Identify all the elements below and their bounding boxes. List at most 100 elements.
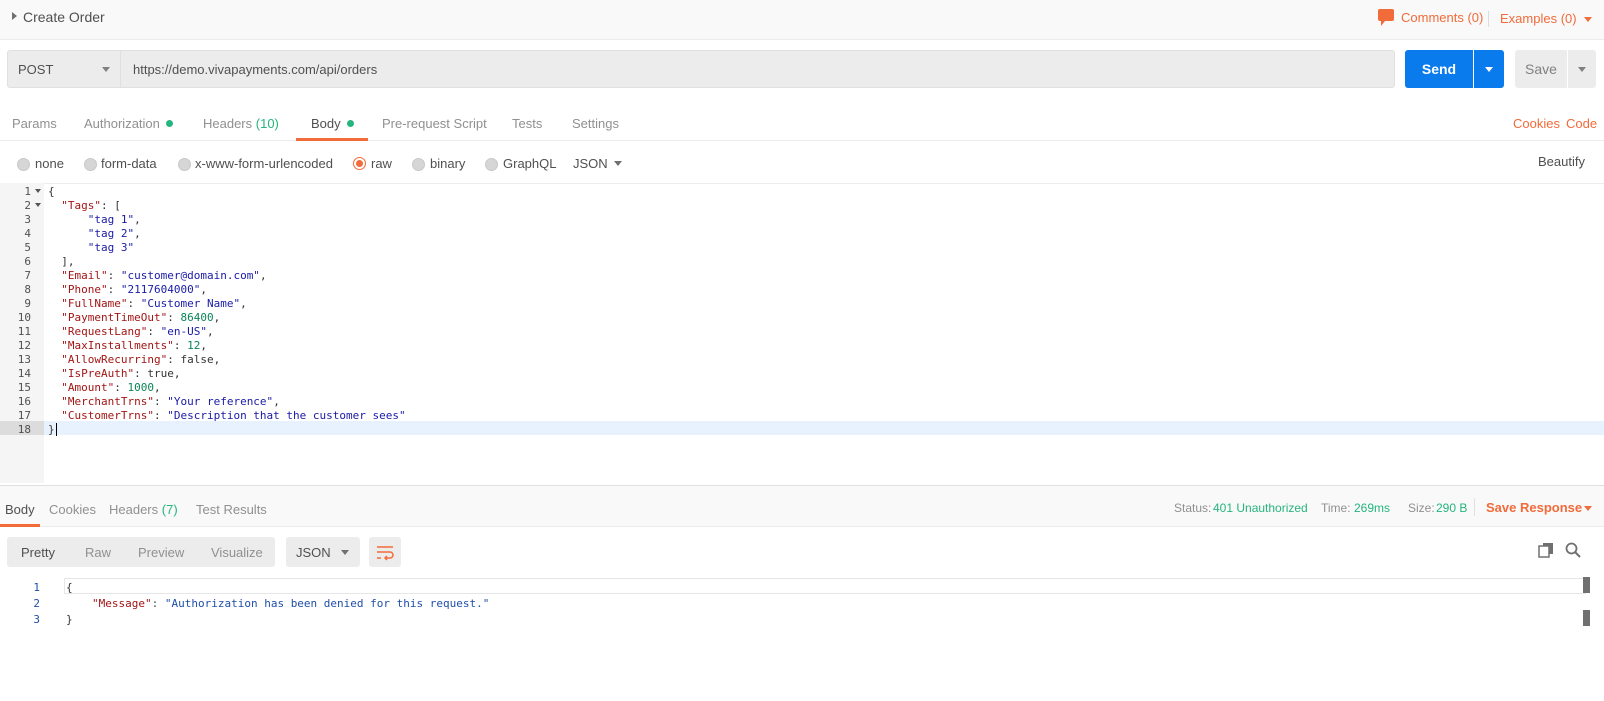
- code-line: "RequestLang": "en-US",: [61, 325, 214, 338]
- comments-button[interactable]: Comments (0): [1401, 10, 1483, 25]
- radio-form-data[interactable]: [84, 158, 97, 171]
- status-value[interactable]: 401 Unauthorized: [1213, 501, 1308, 515]
- radio-graphql[interactable]: [485, 158, 498, 171]
- view-raw[interactable]: Raw: [85, 545, 111, 560]
- json-string: "Customer Name": [140, 297, 241, 310]
- code-line: }: [48, 423, 55, 436]
- text-cursor: [56, 423, 57, 436]
- code-line: "tag 2",: [87, 227, 141, 240]
- examples-dropdown-icon[interactable]: [1584, 17, 1592, 22]
- json-key: "PaymentTimeOut": [61, 311, 168, 324]
- line-number: 1: [33, 581, 40, 594]
- json-string: "Your reference": [167, 395, 274, 408]
- request-tabs: Params Authorization Headers (10) Body P…: [0, 100, 1604, 141]
- save-response-dropdown-icon[interactable]: [1584, 506, 1592, 511]
- divider: [1488, 11, 1489, 27]
- cookies-link[interactable]: Cookies: [1513, 116, 1560, 131]
- code-line: "CustomerTrns": "Description that the cu…: [61, 409, 406, 422]
- json-key: "Tags": [61, 199, 101, 212]
- tab-params[interactable]: Params: [12, 116, 57, 131]
- resp-tab-cookies[interactable]: Cookies: [49, 502, 96, 517]
- time-value[interactable]: 269ms: [1354, 501, 1390, 515]
- code-line: ],: [48, 255, 74, 268]
- json-string: "tag 3": [87, 241, 135, 254]
- label-raw: raw: [371, 156, 392, 171]
- save-button[interactable]: Save: [1515, 50, 1567, 88]
- json-boolean: false: [180, 353, 214, 366]
- json-key: "MerchantTrns": [61, 395, 154, 408]
- response-format-select[interactable]: JSON: [286, 537, 360, 567]
- code-line: "PaymentTimeOut": 86400,: [61, 311, 221, 324]
- radio-none[interactable]: [17, 158, 30, 171]
- comment-icon[interactable]: [1378, 9, 1394, 26]
- json-key: "MaxInstallments": [61, 339, 174, 352]
- code-link[interactable]: Code: [1566, 116, 1597, 131]
- method-value: POST: [18, 62, 54, 77]
- response-line: "Message": "Authorization has been denie…: [92, 597, 490, 610]
- json-string: "tag 2": [87, 227, 135, 240]
- response-line: }: [66, 613, 73, 626]
- view-preview[interactable]: Preview: [138, 545, 184, 560]
- request-body-editor[interactable]: [0, 183, 1604, 486]
- send-options-button[interactable]: [1474, 50, 1504, 88]
- body-format-select[interactable]: JSON: [573, 156, 608, 171]
- response-tabs: Body Cookies Headers (7) Test Results St…: [0, 486, 1604, 527]
- json-key: "CustomerTrns": [61, 409, 154, 422]
- chevron-down-icon: [102, 67, 110, 72]
- time-label: Time:: [1321, 501, 1351, 515]
- code-line: "tag 3": [48, 241, 134, 254]
- radio-raw[interactable]: [353, 157, 366, 170]
- code-line: "AllowRecurring": false,: [61, 353, 221, 366]
- json-number: 1000: [127, 381, 154, 394]
- fold-icon[interactable]: [35, 189, 41, 193]
- size-value[interactable]: 290 B: [1436, 501, 1467, 515]
- resp-tab-test-results[interactable]: Test Results: [196, 502, 267, 517]
- json-key: "Phone": [61, 283, 108, 296]
- line-number: 12: [17, 339, 31, 352]
- json-string: "tag 1": [87, 213, 135, 226]
- view-visualize[interactable]: Visualize: [211, 545, 263, 560]
- line-number: 10: [17, 311, 31, 324]
- examples-button[interactable]: Examples (0): [1500, 11, 1577, 26]
- resp-headers-count: (7): [161, 502, 178, 517]
- request-title[interactable]: Create Order: [23, 9, 105, 25]
- save-options-button[interactable]: [1568, 50, 1596, 88]
- current-line-highlight: [0, 421, 1604, 435]
- view-pretty[interactable]: Pretty: [21, 545, 55, 560]
- line-number: 14: [17, 367, 31, 380]
- tab-body[interactable]: Body: [311, 116, 354, 131]
- line-number: 3: [33, 613, 40, 626]
- tab-tests[interactable]: Tests: [512, 116, 542, 131]
- copy-icon[interactable]: [1538, 542, 1554, 558]
- json-boolean: true: [147, 367, 174, 380]
- json-string: "customer@domain.com": [120, 269, 260, 282]
- resp-tab-headers[interactable]: Headers (7): [109, 502, 178, 517]
- tab-settings[interactable]: Settings: [572, 116, 619, 131]
- status-dot-icon: [165, 120, 173, 127]
- send-button[interactable]: Send: [1405, 50, 1473, 88]
- save-response-button[interactable]: Save Response: [1486, 500, 1582, 515]
- json-string: "Authorization has been denied for this …: [164, 597, 490, 610]
- beautify-button[interactable]: Beautify: [1538, 154, 1585, 169]
- chevron-down-icon[interactable]: [614, 161, 622, 166]
- divider: [1474, 498, 1475, 516]
- resp-tab-body[interactable]: Body: [5, 502, 35, 517]
- scrollbar-thumb[interactable]: [1583, 577, 1590, 593]
- radio-binary[interactable]: [412, 158, 425, 171]
- fold-icon[interactable]: [35, 203, 41, 207]
- search-icon[interactable]: [1565, 542, 1581, 558]
- line-number: 2: [24, 199, 31, 212]
- line-number: 18: [17, 423, 31, 436]
- response-line: {: [66, 581, 73, 594]
- scrollbar-thumb[interactable]: [1583, 610, 1590, 626]
- json-key: "RequestLang": [61, 325, 148, 338]
- radio-urlencoded[interactable]: [178, 158, 191, 171]
- expand-caret-icon[interactable]: [12, 12, 17, 20]
- chevron-down-icon: [341, 550, 349, 555]
- request-title-bar: [0, 0, 1604, 40]
- wrap-lines-button[interactable]: [369, 537, 401, 567]
- tab-authorization[interactable]: Authorization: [84, 116, 173, 131]
- tab-headers[interactable]: Headers (10): [203, 116, 279, 131]
- line-number: 5: [24, 241, 31, 254]
- tab-prerequest-script[interactable]: Pre-request Script: [382, 116, 487, 131]
